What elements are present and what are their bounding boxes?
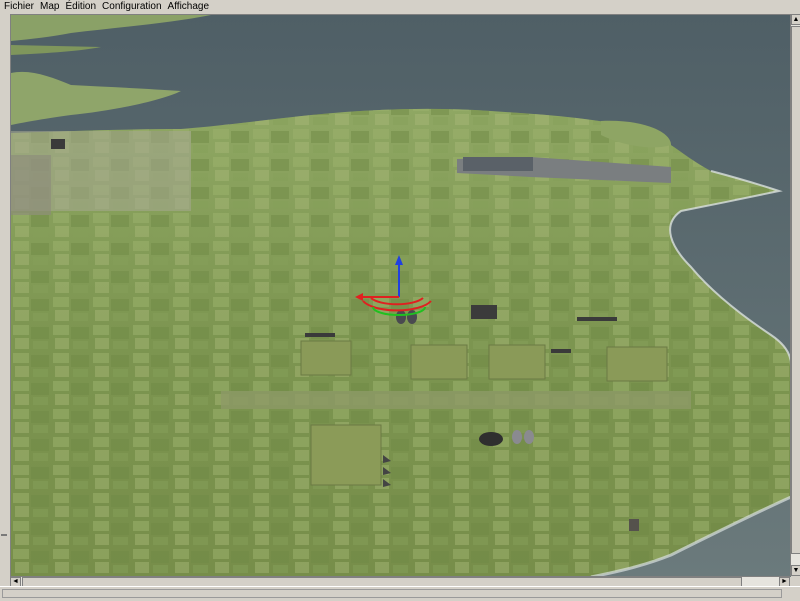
silo-1 <box>512 430 522 444</box>
scroll-up-button[interactable]: ▲ <box>791 14 800 25</box>
menu-affichage[interactable]: Affichage <box>165 0 213 14</box>
status-bar <box>0 586 800 601</box>
silo-2 <box>524 430 534 444</box>
town-building <box>51 139 65 149</box>
airfield-plot-5 <box>310 424 382 486</box>
airfield-runway <box>221 391 691 409</box>
town-blocks <box>11 155 51 215</box>
vertical-scroll-thumb[interactable] <box>791 26 800 554</box>
left-panel-marker <box>1 534 7 536</box>
map-viewport[interactable] <box>10 14 791 577</box>
menu-edition[interactable]: Édition <box>62 0 99 14</box>
scroll-down-button[interactable]: ▼ <box>791 565 800 576</box>
vertical-scrollbar[interactable]: ▲ ▼ <box>790 14 800 576</box>
menu-bar: Fichier Map Édition Configuration Affich… <box>0 0 800 14</box>
airfield-plot-1 <box>300 340 352 376</box>
menu-map[interactable]: Map <box>37 0 62 14</box>
menu-configuration[interactable]: Configuration <box>99 0 164 14</box>
barracks-row-right <box>577 317 617 321</box>
vehicles-row <box>551 349 571 353</box>
dome-hangar <box>479 432 503 446</box>
building-bottom-right <box>629 519 639 531</box>
airfield-plot-2 <box>410 344 468 380</box>
harbor-shed <box>463 157 533 171</box>
tank-1 <box>396 310 406 324</box>
hangar <box>471 305 497 319</box>
terrain-scene[interactable] <box>11 15 791 577</box>
status-field <box>2 589 782 598</box>
tank-2 <box>407 310 417 324</box>
menu-fichier[interactable]: Fichier <box>0 0 37 14</box>
airfield-plot-3 <box>488 344 546 380</box>
airfield-plot-4 <box>606 346 668 382</box>
barracks-row-left <box>305 333 335 337</box>
